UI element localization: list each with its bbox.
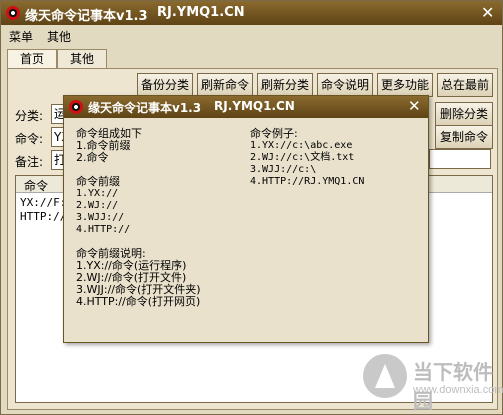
more-features-button[interactable]: 更多功能 [377, 73, 433, 97]
command-label: 命令: [15, 132, 44, 146]
menu-bar: 菜单 其他 [1, 25, 502, 45]
note-label: 备注: [15, 155, 44, 169]
app-logo-icon [6, 6, 20, 20]
help-line: 2.命令 [76, 151, 109, 164]
help-line: 1.YX:// [76, 188, 119, 199]
watermark-url: www.downxia.com [413, 384, 503, 396]
tab-home[interactable]: 首页 [7, 49, 57, 68]
download-arrow-icon [363, 354, 407, 398]
watermark: 当下软件园 www.downxia.com [363, 350, 503, 413]
main-window: 缘天命令记事本v1.3 RJ.YMQ1.CN ✕ 菜单 其他 首页 其他 备份分… [0, 0, 503, 415]
close-icon[interactable]: ✕ [481, 3, 494, 22]
help-line: 4.HTTP:// [76, 224, 131, 235]
help-dialog: 缘天命令记事本v1.3 RJ.YMQ1.CN ✕ 命令组成如下 1.命令前缀 2… [63, 95, 429, 343]
dialog-right-text: 命令例子: 1.YX://c:\abc.exe 2.WJ://c:\文档.txt… [250, 128, 364, 188]
dialog-title-bar[interactable]: 缘天命令记事本v1.3 RJ.YMQ1.CN ✕ [64, 96, 428, 118]
example-line: 2.WJ://c:\文档.txt [250, 152, 355, 163]
delete-category-button[interactable]: 删除分类 [435, 102, 493, 126]
column-command[interactable]: 命令 [24, 177, 48, 194]
tab-other[interactable]: 其他 [57, 49, 107, 68]
refresh-command-button[interactable]: 刷新命令 [197, 73, 253, 97]
close-icon[interactable]: ✕ [408, 97, 421, 115]
command-help-button[interactable]: 命令说明 [317, 73, 373, 97]
help-line: 2.WJ:// [76, 200, 119, 211]
dialog-url: RJ.YMQ1.CN [214, 99, 295, 113]
dialog-title: 缘天命令记事本v1.3 [88, 101, 202, 115]
menu-item-other[interactable]: 其他 [47, 28, 71, 45]
help-line: 3.WJJ:// [76, 212, 125, 223]
copy-command-button[interactable]: 复制命令 [435, 125, 493, 149]
example-line: 1.YX://c:\abc.exe [250, 140, 353, 151]
list-item[interactable]: YX://F: [20, 196, 66, 209]
menu-item-menu[interactable]: 菜单 [9, 28, 33, 45]
help-line: 4.HTTP://命令(打开网页) [76, 295, 201, 308]
dialog-left-text: 命令组成如下 1.命令前缀 2.命令 命令前缀 1.YX:// 2.WJ:// … [76, 128, 201, 308]
backup-category-button[interactable]: 备份分类 [137, 73, 193, 97]
always-on-top-button[interactable]: 总在最前 [437, 73, 493, 97]
example-line: 命令例子: [250, 127, 298, 140]
list-item[interactable]: HTTP:// [20, 210, 66, 223]
example-line: 3.WJJ://c:\ [250, 164, 317, 175]
note-field-extension[interactable] [429, 149, 491, 169]
example-line: 4.HTTP://RJ.YMQ1.CN [250, 176, 365, 187]
window-title: 缘天命令记事本v1.3 [25, 9, 148, 24]
app-logo-icon [69, 100, 83, 114]
category-label: 分类: [15, 109, 44, 123]
window-url: RJ.YMQ1.CN [157, 5, 245, 20]
title-bar[interactable]: 缘天命令记事本v1.3 RJ.YMQ1.CN ✕ [1, 1, 502, 25]
refresh-category-button[interactable]: 刷新分类 [257, 73, 313, 97]
help-line: 命令前缀 [76, 175, 120, 188]
